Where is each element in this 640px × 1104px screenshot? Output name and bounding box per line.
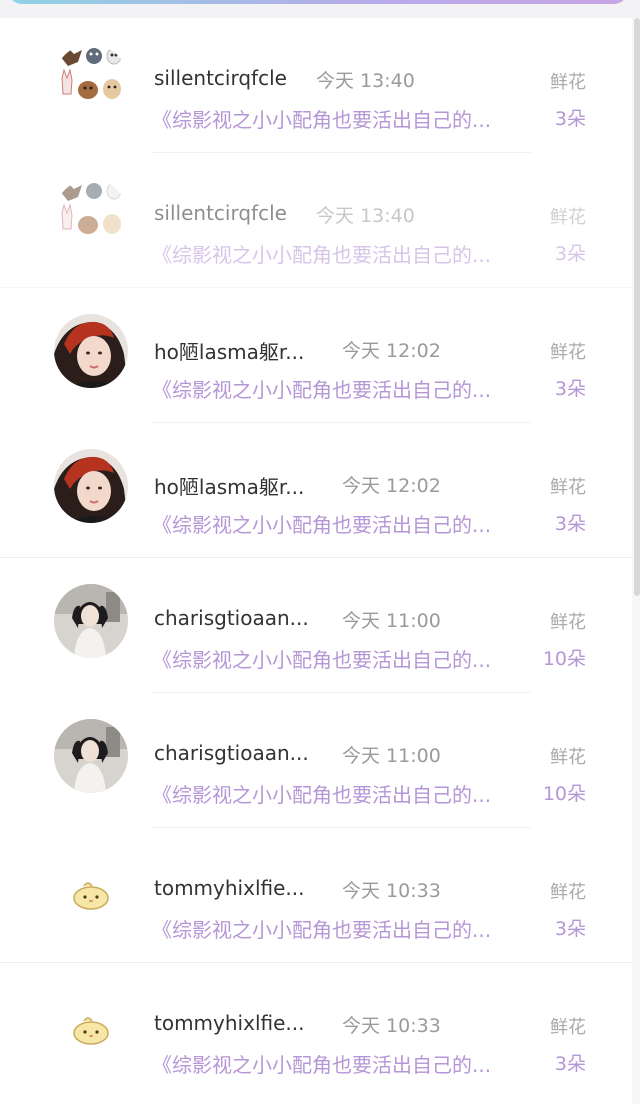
gift-time: 今天 12:02 (342, 475, 441, 497)
gift-time: 今天 12:02 (342, 340, 441, 362)
stickers-avatar[interactable] (54, 44, 128, 118)
scrollbar-thumb[interactable] (634, 18, 640, 596)
book-title[interactable]: 《综影视之小小配角也要活出自己的... (152, 644, 530, 673)
gift-count: 10朵 (542, 783, 586, 805)
gift-time: 今天 11:00 (342, 745, 441, 767)
book-title[interactable]: 《综影视之小小配角也要活出自己的... (152, 914, 530, 943)
yellow-blob-avatar[interactable] (54, 854, 128, 928)
gift-time: 今天 10:33 (342, 880, 441, 902)
list-item[interactable]: ho陋lasma躯r... 今天 12:02 鲜花 《综影视之小小配角也要活出自… (0, 423, 632, 558)
gift-type-label: 鲜花 (550, 72, 586, 93)
gift-count: 3朵 (554, 918, 586, 940)
book-title[interactable]: 《综影视之小小配角也要活出自己的... (152, 509, 530, 538)
gift-time: 今天 10:33 (342, 1015, 441, 1037)
header-gradient-bar (8, 0, 628, 4)
book-title[interactable]: 《综影视之小小配角也要活出自己的... (152, 104, 530, 133)
user-name[interactable]: ho陋lasma躯r... (154, 471, 304, 500)
gift-count: 3朵 (554, 243, 586, 265)
gift-type-label: 鲜花 (550, 342, 586, 363)
user-name[interactable]: sillentcirqfcle (154, 201, 287, 225)
gift-count: 3朵 (554, 378, 586, 400)
book-title[interactable]: 《综影视之小小配角也要活出自己的... (152, 239, 530, 268)
gift-time: 今天 13:40 (316, 70, 415, 92)
list-item[interactable]: tommyhixlfie... 今天 10:33 鲜花 《综影视之小小配角也要活… (0, 963, 632, 1098)
gift-type-label: 鲜花 (550, 612, 586, 633)
book-title[interactable]: 《综影视之小小配角也要活出自己的... (152, 1049, 530, 1078)
list-item[interactable]: ho陋lasma躯r... 今天 12:02 鲜花 《综影视之小小配角也要活出自… (0, 288, 632, 423)
user-name[interactable]: ho陋lasma躯r... (154, 336, 304, 365)
list-item[interactable]: sillentcirqfcle 今天 13:40 鲜花 《综影视之小小配角也要活… (0, 18, 632, 153)
yellow-blob-avatar[interactable] (54, 989, 128, 1063)
girl-photo-avatar[interactable] (54, 584, 128, 658)
portrait-red-hair-avatar[interactable] (54, 314, 128, 388)
stickers-avatar[interactable] (54, 179, 128, 253)
list-item[interactable]: charisgtioaan... 今天 11:00 鲜花 《综影视之小小配角也要… (0, 558, 632, 693)
user-name[interactable]: sillentcirqfcle (154, 66, 287, 90)
gift-time: 今天 11:00 (342, 610, 441, 632)
book-title[interactable]: 《综影视之小小配角也要活出自己的... (152, 779, 530, 808)
gift-count: 3朵 (554, 1053, 586, 1075)
user-name[interactable]: tommyhixlfie... (154, 1011, 304, 1035)
gift-count: 3朵 (554, 513, 586, 535)
gift-count: 10朵 (542, 648, 586, 670)
user-name[interactable]: tommyhixlfie... (154, 876, 304, 900)
gift-type-label: 鲜花 (550, 882, 586, 903)
list-item[interactable]: tommyhixlfie... 今天 10:33 鲜花 《综影视之小小配角也要活… (0, 828, 632, 963)
gift-type-label: 鲜花 (550, 1017, 586, 1038)
list-item[interactable]: charisgtioaan... 今天 11:00 鲜花 《综影视之小小配角也要… (0, 693, 632, 828)
user-name[interactable]: charisgtioaan... (154, 606, 309, 630)
portrait-red-hair-avatar[interactable] (54, 449, 128, 523)
gift-type-label: 鲜花 (550, 477, 586, 498)
book-title[interactable]: 《综影视之小小配角也要活出自己的... (152, 374, 530, 403)
gift-time: 今天 13:40 (316, 205, 415, 227)
girl-photo-avatar[interactable] (54, 719, 128, 793)
gift-type-label: 鲜花 (550, 747, 586, 768)
gift-count: 3朵 (554, 108, 586, 130)
gift-list: sillentcirqfcle 今天 13:40 鲜花 《综影视之小小配角也要活… (0, 18, 632, 1098)
list-item[interactable]: sillentcirqfcle 今天 13:40 鲜花 《综影视之小小配角也要活… (0, 153, 632, 288)
user-name[interactable]: charisgtioaan... (154, 741, 309, 765)
gift-type-label: 鲜花 (550, 207, 586, 228)
